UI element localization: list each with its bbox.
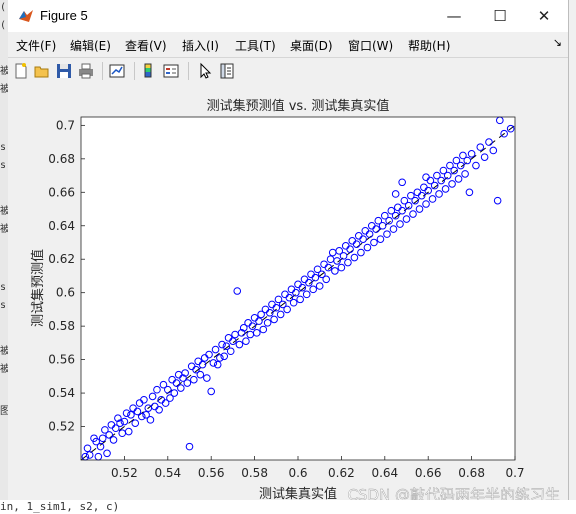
- y-axis-label: 测试集预测值: [30, 249, 46, 327]
- background-fragment: s: [0, 282, 7, 293]
- x-tick-label: 0.68: [458, 466, 485, 480]
- insert-colorbar-icon[interactable]: [140, 62, 158, 80]
- x-tick-label: 0.56: [198, 466, 225, 480]
- menu-view[interactable]: 查看(V): [125, 37, 167, 54]
- edit-plot-arrow-icon[interactable]: [196, 62, 214, 80]
- toolbar-separator: [134, 62, 135, 80]
- background-code-line: in, 1_sim1, s2, c): [0, 500, 576, 514]
- chart-title: 测试集预测值 vs. 测试集真实值: [207, 98, 390, 114]
- menu-edit[interactable]: 编辑(E): [70, 37, 111, 54]
- open-file-icon[interactable]: [33, 62, 51, 80]
- property-inspector-icon[interactable]: [218, 62, 236, 80]
- y-tick-label: 0.54: [48, 386, 75, 400]
- x-tick-label: 0.64: [371, 466, 398, 480]
- window-title: Figure 5: [40, 8, 88, 23]
- y-tick-label: 0.56: [48, 353, 75, 367]
- y-tick-label: 0.62: [48, 252, 75, 266]
- menu-window[interactable]: 窗口(W): [348, 37, 393, 54]
- figure-window: Figure 5 — ☐ ✕ 文件(F) 编辑(E) 查看(V) 插入(I) 工…: [8, 0, 569, 504]
- y-tick-label: 0.7: [56, 118, 75, 132]
- close-button[interactable]: ✕: [522, 0, 566, 32]
- x-tick-label: 0.66: [415, 466, 442, 480]
- y-axis-ticks: 0.52 0.54 0.56 0.58 0.6 0.62 0.64 0.66 0.68 0.7: [48, 118, 85, 434]
- x-tick-label: 0.6: [288, 466, 307, 480]
- toolbar-separator: [188, 62, 189, 80]
- background-window-strip: ( ( 被 被 s s 被 被 s s 被 被 图: [0, 0, 10, 514]
- menu-desktop[interactable]: 桌面(D): [290, 37, 333, 54]
- link-plot-icon[interactable]: [108, 62, 126, 80]
- y-tick-label: 0.58: [48, 319, 75, 333]
- y-tick-label: 0.6: [56, 286, 75, 300]
- menu-tools[interactable]: 工具(T): [235, 37, 276, 54]
- background-fragment: s: [0, 142, 7, 153]
- y-tick-label: 0.64: [48, 219, 75, 233]
- x-tick-label: 0.54: [154, 466, 181, 480]
- background-fragment: (: [0, 20, 7, 31]
- y-tick-label: 0.68: [48, 152, 75, 166]
- print-icon[interactable]: [77, 62, 95, 80]
- y-tick-label: 0.66: [48, 185, 75, 199]
- menu-insert[interactable]: 插入(I): [182, 37, 219, 54]
- x-tick-label: 0.58: [241, 466, 268, 480]
- figure-toolbar: [8, 57, 568, 87]
- x-tick-label: 0.52: [111, 466, 138, 480]
- menu-bar: 文件(F) 编辑(E) 查看(V) 插入(I) 工具(T) 桌面(D) 窗口(W…: [8, 32, 568, 56]
- title-bar[interactable]: Figure 5 — ☐ ✕: [8, 0, 568, 32]
- dock-figure-icon[interactable]: ↘: [553, 36, 562, 49]
- maximize-button[interactable]: ☐: [478, 0, 522, 32]
- insert-legend-icon[interactable]: [162, 62, 180, 80]
- background-code-text: in, 1_sim1, s2, c): [0, 500, 120, 513]
- x-axis-label: 测试集真实值: [259, 486, 337, 500]
- toolbar-separator: [102, 62, 103, 80]
- y-tick-label: 0.52: [48, 420, 75, 434]
- figure-canvas: 测试集预测值 vs. 测试集真实值 0.52 0.54 0.56 0.58 0.6 0.6…: [8, 86, 568, 504]
- save-icon[interactable]: [55, 62, 73, 80]
- x-tick-label: 0.7: [505, 466, 524, 480]
- background-fragment: (: [0, 2, 7, 13]
- matlab-figure-icon: [19, 10, 33, 22]
- scatter-chart[interactable]: 测试集预测值 vs. 测试集真实值 0.52 0.54 0.56 0.58 0.6 0.6…: [8, 86, 568, 504]
- csdn-watermark: CSDN @敲代码两年半的练习生: [347, 486, 560, 500]
- minimize-button[interactable]: —: [432, 0, 476, 32]
- background-fragment: s: [0, 160, 7, 171]
- background-fragment: s: [0, 300, 7, 311]
- menu-help[interactable]: 帮助(H): [408, 37, 450, 54]
- menu-file[interactable]: 文件(F): [16, 37, 56, 54]
- x-tick-label: 0.62: [328, 466, 355, 480]
- new-figure-icon[interactable]: [12, 62, 30, 80]
